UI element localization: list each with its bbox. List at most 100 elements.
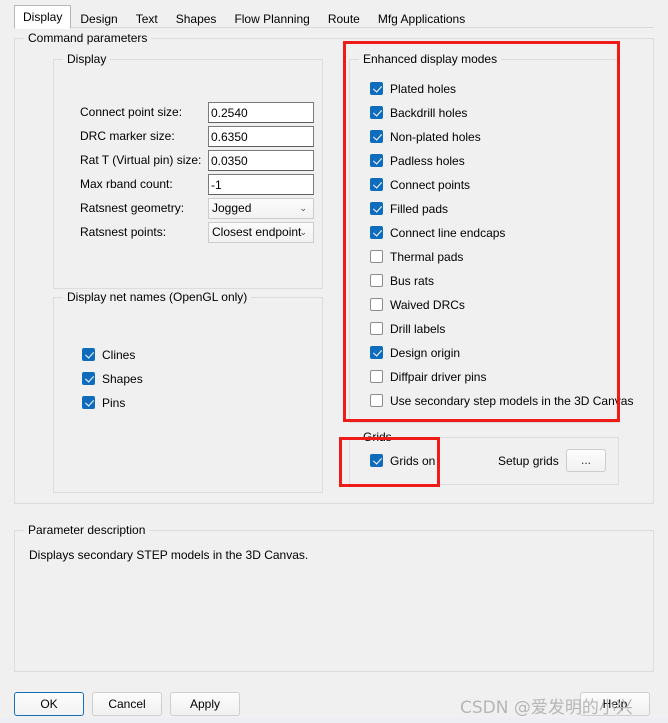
checkbox-grids-on[interactable]: Grids on	[370, 452, 435, 469]
checkbox-backdrill-holes[interactable]: Backdrill holes	[370, 104, 467, 121]
checkbox-design-origin[interactable]: Design origin	[370, 344, 460, 361]
ok-button[interactable]: OK	[14, 692, 84, 716]
checkbox-box-clines[interactable]	[82, 348, 95, 361]
grids-group-title: Grids	[359, 431, 396, 444]
label-max-rband-count: Max rband count:	[80, 177, 173, 191]
checkbox-box-design-origin[interactable]	[370, 346, 383, 359]
field-row-connect-point-size: Connect point size:	[54, 102, 324, 123]
label-ratsnest-points: Ratsnest points:	[80, 225, 167, 239]
checkbox-pins[interactable]: Pins	[82, 394, 125, 411]
field-row-drc-marker-size: DRC marker size:	[54, 126, 324, 147]
checkbox-label-connect-points: Connect points	[390, 177, 471, 192]
combobox-value-ratsnest-points: Closest endpoint	[212, 225, 302, 239]
checkbox-box-diffpair-driver-pins[interactable]	[370, 370, 383, 383]
checkbox-box-connect-line-endcaps[interactable]	[370, 226, 383, 239]
label-connect-point-size: Connect point size:	[80, 105, 183, 119]
checkbox-clines[interactable]: Clines	[82, 346, 135, 363]
checkbox-label-filled-pads: Filled pads	[390, 201, 449, 216]
checkbox-label-pins: Pins	[102, 395, 126, 410]
checkbox-box-padless-holes[interactable]	[370, 154, 383, 167]
chevron-down-icon[interactable]: ⌄	[299, 199, 307, 218]
label-rat-t-virtual-pin-size: Rat T (Virtual pin) size:	[80, 153, 202, 167]
display-net-names-group: Display net names (OpenGL only) Clines Sh…	[53, 291, 323, 493]
checkbox-label-diffpair-driver-pins: Diffpair driver pins	[390, 369, 487, 384]
checkbox-shapes[interactable]: Shapes	[82, 370, 143, 387]
setup-grids-label: Setup grids	[498, 454, 559, 468]
checkbox-drill-labels[interactable]: Drill labels	[370, 320, 445, 337]
cancel-button[interactable]: Cancel	[92, 692, 162, 716]
field-row-rat-t-virtual-pin-size: Rat T (Virtual pin) size:	[54, 150, 324, 171]
checkbox-connect-points[interactable]: Connect points	[370, 176, 470, 193]
help-button[interactable]: Help	[580, 692, 650, 716]
command-parameters-title: Command parameters	[24, 32, 152, 45]
display-group-title: Display	[63, 53, 111, 66]
checkbox-box-grids-on[interactable]	[370, 454, 383, 467]
enhanced-display-modes-group: Enhanced display modes Plated holes Backd…	[349, 53, 633, 423]
checkbox-label-clines: Clines	[102, 347, 136, 362]
input-max-rband-count[interactable]	[208, 174, 314, 195]
command-parameters-group: Command parameters Display Connect point…	[14, 32, 654, 504]
tab-display[interactable]: Display	[14, 5, 72, 29]
window-bottom-strip	[0, 718, 668, 723]
checkbox-label-shapes: Shapes	[102, 371, 143, 386]
field-row-ratsnest-points: Ratsnest points: Closest endpoint ⌄	[54, 222, 324, 243]
tab-strip-underline	[14, 27, 654, 28]
label-drc-marker-size: DRC marker size:	[80, 129, 175, 143]
checkbox-box-thermal-pads[interactable]	[370, 250, 383, 263]
label-ratsnest-geometry: Ratsnest geometry:	[80, 201, 185, 215]
parameter-description-title: Parameter description	[24, 524, 150, 537]
chevron-down-icon[interactable]: ⌄	[299, 223, 307, 242]
combobox-ratsnest-geometry[interactable]: Jogged ⌄	[208, 198, 314, 219]
checkbox-box-backdrill-holes[interactable]	[370, 106, 383, 119]
checkbox-thermal-pads[interactable]: Thermal pads	[370, 248, 463, 265]
checkbox-use-secondary-step-models-in-the-3d-canvas[interactable]: Use secondary step models in the 3D Canv…	[370, 392, 633, 409]
checkbox-non-plated-holes[interactable]: Non-plated holes	[370, 128, 481, 145]
checkbox-waived-drcs[interactable]: Waived DRCs	[370, 296, 465, 313]
checkbox-label-non-plated-holes: Non-plated holes	[390, 129, 481, 144]
checkbox-label-padless-holes: Padless holes	[390, 153, 465, 168]
checkbox-label-waived-drcs: Waived DRCs	[390, 297, 465, 312]
checkbox-bus-rats[interactable]: Bus rats	[370, 272, 434, 289]
parameter-description-group: Parameter description Displays secondary…	[14, 524, 654, 672]
checkbox-box-waived-drcs[interactable]	[370, 298, 383, 311]
enhanced-display-modes-title: Enhanced display modes	[359, 53, 502, 66]
checkbox-label-drill-labels: Drill labels	[390, 321, 446, 336]
checkbox-label-bus-rats: Bus rats	[390, 273, 435, 288]
checkbox-diffpair-driver-pins[interactable]: Diffpair driver pins	[370, 368, 486, 385]
checkbox-connect-line-endcaps[interactable]: Connect line endcaps	[370, 224, 505, 241]
field-row-ratsnest-geometry: Ratsnest geometry: Jogged ⌄	[54, 198, 324, 219]
combobox-value-ratsnest-geometry: Jogged	[212, 201, 252, 215]
checkbox-padless-holes[interactable]: Padless holes	[370, 152, 465, 169]
checkbox-label-design-origin: Design origin	[390, 345, 461, 360]
checkbox-label-use-secondary-step-models-in-the-3d-canvas: Use secondary step models in the 3D Canv…	[390, 393, 634, 408]
checkbox-box-connect-points[interactable]	[370, 178, 383, 191]
grids-group: Grids Grids on Setup grids ...	[349, 431, 619, 485]
checkbox-box-drill-labels[interactable]	[370, 322, 383, 335]
checkbox-box-pins[interactable]	[82, 396, 95, 409]
checkbox-box-filled-pads[interactable]	[370, 202, 383, 215]
checkbox-label-grids-on: Grids on	[390, 453, 436, 468]
parameter-description-text: Displays secondary STEP models in the 3D…	[29, 548, 309, 562]
checkbox-box-plated-holes[interactable]	[370, 82, 383, 95]
checkbox-label-plated-holes: Plated holes	[390, 81, 457, 96]
setup-grids-button[interactable]: ...	[566, 449, 606, 472]
checkbox-box-use-secondary-step-models-in-the-3d-canvas[interactable]	[370, 394, 383, 407]
checkbox-filled-pads[interactable]: Filled pads	[370, 200, 448, 217]
checkbox-label-backdrill-holes: Backdrill holes	[390, 105, 468, 120]
checkbox-box-shapes[interactable]	[82, 372, 95, 385]
checkbox-plated-holes[interactable]: Plated holes	[370, 80, 456, 97]
apply-button[interactable]: Apply	[170, 692, 240, 716]
checkbox-box-non-plated-holes[interactable]	[370, 130, 383, 143]
input-connect-point-size[interactable]	[208, 102, 314, 123]
tab-strip: Display Design Text Shapes Flow Planning Rout…	[0, 0, 668, 29]
input-drc-marker-size[interactable]	[208, 126, 314, 147]
checkbox-label-thermal-pads: Thermal pads	[390, 249, 464, 264]
combobox-ratsnest-points[interactable]: Closest endpoint ⌄	[208, 222, 314, 243]
tab-list: Display Design Text Shapes Flow Planning Rout…	[14, 5, 474, 29]
display-group: Display Connect point size: DRC marker si…	[53, 53, 324, 289]
input-rat-t-virtual-pin-size[interactable]	[208, 150, 314, 171]
checkbox-label-connect-line-endcaps: Connect line endcaps	[390, 225, 506, 240]
field-row-max-rband-count: Max rband count:	[54, 174, 324, 195]
display-net-names-title: Display net names (OpenGL only)	[63, 291, 252, 304]
checkbox-box-bus-rats[interactable]	[370, 274, 383, 287]
